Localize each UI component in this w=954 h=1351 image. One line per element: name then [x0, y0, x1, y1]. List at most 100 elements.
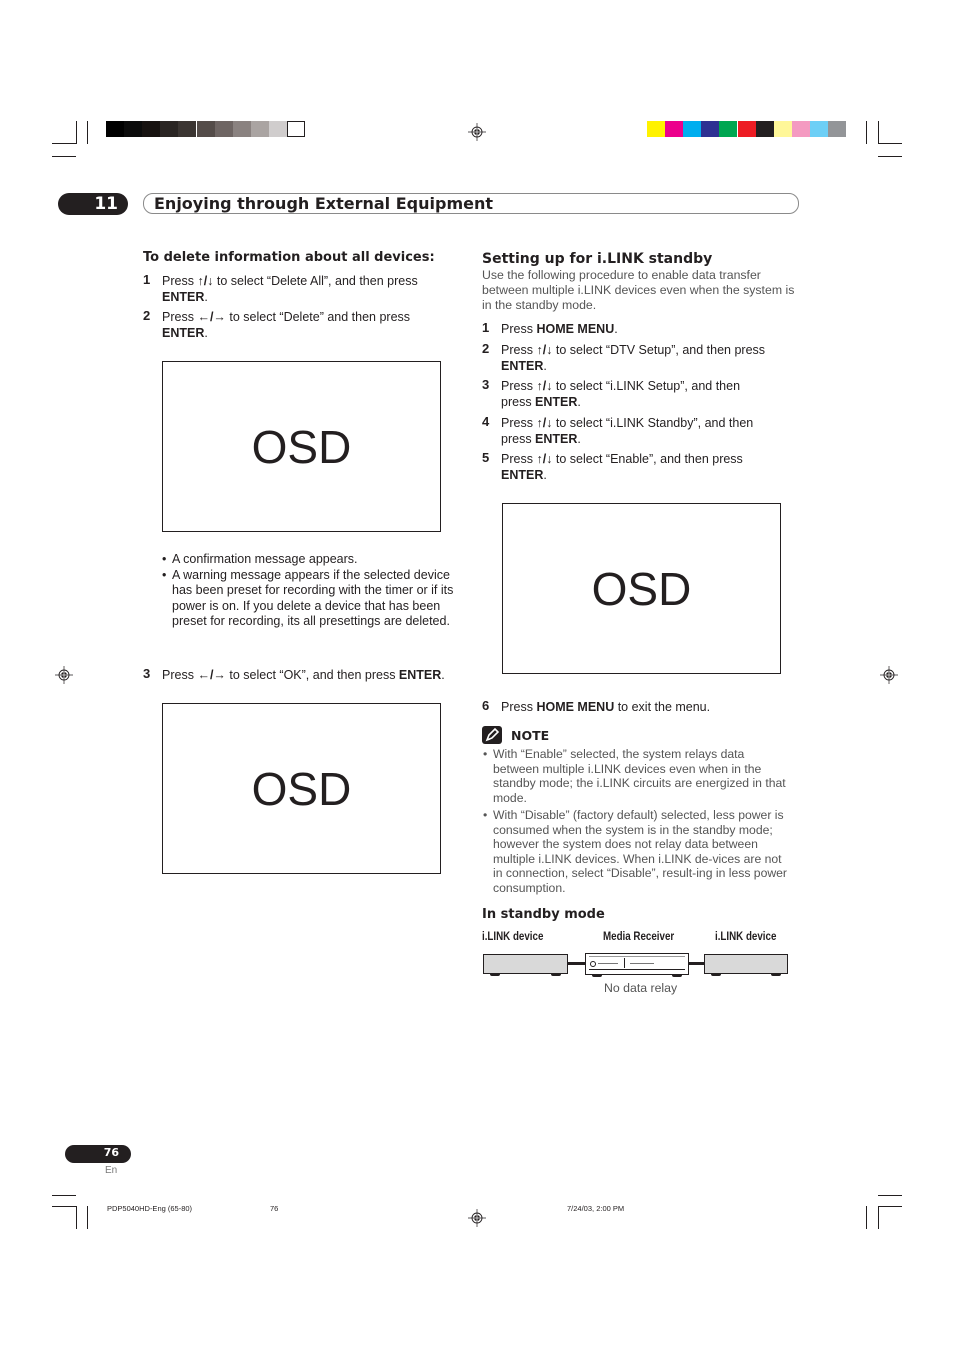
step-number: 4 [482, 414, 490, 429]
gray-swatch [287, 121, 305, 137]
crop-mark [87, 121, 88, 144]
bullet-item: A warning message appears if the selecte… [162, 568, 462, 630]
arrow-left-right-icon: ←/→ [197, 310, 226, 324]
language-code: En [105, 1165, 118, 1176]
step-text: Press ↑/↓ to select “i.LINK Standby”, an… [501, 416, 754, 446]
section-heading-delete-all: To delete information about all devices: [143, 250, 435, 265]
step-number: 1 [482, 320, 490, 335]
crop-mark [52, 1206, 76, 1207]
registration-mark-icon [55, 666, 73, 684]
gray-swatch [268, 121, 287, 137]
ilink-cable [686, 962, 706, 965]
enter-key-label: ENTER [162, 326, 205, 340]
color-swatch [773, 121, 792, 137]
gray-swatch [214, 121, 233, 137]
crop-mark [52, 143, 76, 144]
note-icon [482, 726, 502, 744]
timestamp: 7/24/03, 2:00 PM [567, 1204, 625, 1213]
diagram-title: In standby mode [482, 907, 605, 922]
note-item: With “Disable” (factory default) selecte… [483, 808, 793, 895]
section-heading-ilink-standby: Setting up for i.LINK standby [482, 251, 713, 267]
gray-swatch [178, 121, 197, 137]
step-number: 1 [143, 272, 151, 287]
crop-mark [52, 156, 76, 157]
osd-screen-placeholder: OSD [162, 703, 441, 874]
section-intro: Use the following procedure to enable da… [482, 268, 795, 312]
arrow-up-down-icon: ↑/↓ [536, 452, 553, 466]
color-swatch [809, 121, 828, 137]
crop-mark [76, 1206, 77, 1229]
note-item: With “Enable” selected, the system relay… [483, 747, 793, 805]
step-number: 2 [143, 308, 151, 323]
color-swatch [828, 121, 846, 137]
gray-swatch [106, 121, 124, 137]
color-swatch [719, 121, 738, 137]
osd-label: OSD [251, 420, 352, 473]
gray-swatch [250, 121, 269, 137]
crop-mark [866, 121, 867, 144]
step-text: Press HOME MENU. [501, 322, 618, 336]
step-text: Press ←/→ to select “Delete” and then pr… [162, 310, 411, 340]
gray-swatch [232, 121, 251, 137]
enter-key-label: ENTER [162, 290, 205, 304]
step-number: 6 [482, 698, 490, 713]
color-swatch [665, 121, 684, 137]
color-swatch [701, 121, 720, 137]
osd-label: OSD [591, 562, 692, 615]
note-bullet-list: With “Enable” selected, the system relay… [483, 747, 793, 895]
home-menu-key-label: HOME MENU [536, 700, 615, 714]
step-text: Press ↑/↓ to select “i.LINK Setup”, and … [501, 379, 741, 409]
registration-mark-icon [468, 1209, 486, 1227]
step-number: 3 [482, 377, 490, 392]
ilink-cable [567, 962, 587, 965]
step-text: Press ↑/↓ to select “Enable”, and then p… [501, 452, 743, 482]
registration-mark-icon [468, 123, 486, 141]
step-text: Press HOME MENU to exit the menu. [501, 700, 711, 714]
crop-mark [878, 1206, 879, 1229]
ilink-device-left [483, 954, 568, 976]
diagram-label-media-receiver: Media Receiver [603, 931, 675, 943]
color-swatch [683, 121, 702, 137]
enter-key-label: ENTER [535, 395, 578, 409]
diagram-label-right-device: i.LINK device [715, 931, 777, 943]
chapter-title-bar: Enjoying through External Equipment [143, 193, 799, 214]
crop-mark [878, 121, 879, 144]
step-number: 5 [482, 450, 490, 465]
crop-mark [878, 1195, 902, 1196]
crop-mark [878, 1206, 902, 1207]
diagram-label-left-device: i.LINK device [482, 931, 544, 943]
crop-mark [87, 1206, 88, 1229]
crop-mark [878, 143, 902, 144]
gray-swatch [160, 121, 179, 137]
osd-label: OSD [251, 762, 352, 815]
page-number-badge: 76 [65, 1145, 131, 1163]
chapter-title: Enjoying through External Equipment [154, 194, 494, 213]
registration-mark-icon [880, 666, 898, 684]
bullet-item: A confirmation message appears. [162, 552, 462, 568]
enter-key-label: ENTER [501, 468, 544, 482]
arrow-up-down-icon: ↑/↓ [197, 274, 214, 288]
delete-bullet-list: A confirmation message appears. A warnin… [162, 552, 462, 630]
arrow-up-down-icon: ↑/↓ [536, 416, 553, 430]
crop-mark [52, 1195, 76, 1196]
color-swatch [791, 121, 810, 137]
osd-screen-placeholder: OSD [162, 361, 441, 532]
color-swatch [737, 121, 756, 137]
file-page: 76 [270, 1204, 279, 1213]
file-info: PDP5040HD-Eng (65-80) [107, 1204, 193, 1213]
page-number: 76 [103, 1146, 119, 1159]
step-text: Press ↑/↓ to select “Delete All”, and th… [162, 274, 418, 304]
chapter-number-badge: 11 [58, 193, 128, 215]
diagram-caption: No data relay [604, 981, 678, 995]
gray-swatch [142, 121, 161, 137]
osd-screen-placeholder: OSD [502, 503, 781, 674]
step-number: 3 [143, 666, 151, 681]
step-number: 2 [482, 341, 490, 356]
gray-swatch [196, 121, 215, 137]
enter-key-label: ENTER [501, 359, 544, 373]
media-receiver-device [585, 953, 689, 977]
arrow-up-down-icon: ↑/↓ [536, 343, 553, 357]
ilink-device-right [704, 954, 788, 976]
enter-key-label: ENTER [535, 432, 578, 446]
note-label: NOTE [511, 728, 550, 743]
